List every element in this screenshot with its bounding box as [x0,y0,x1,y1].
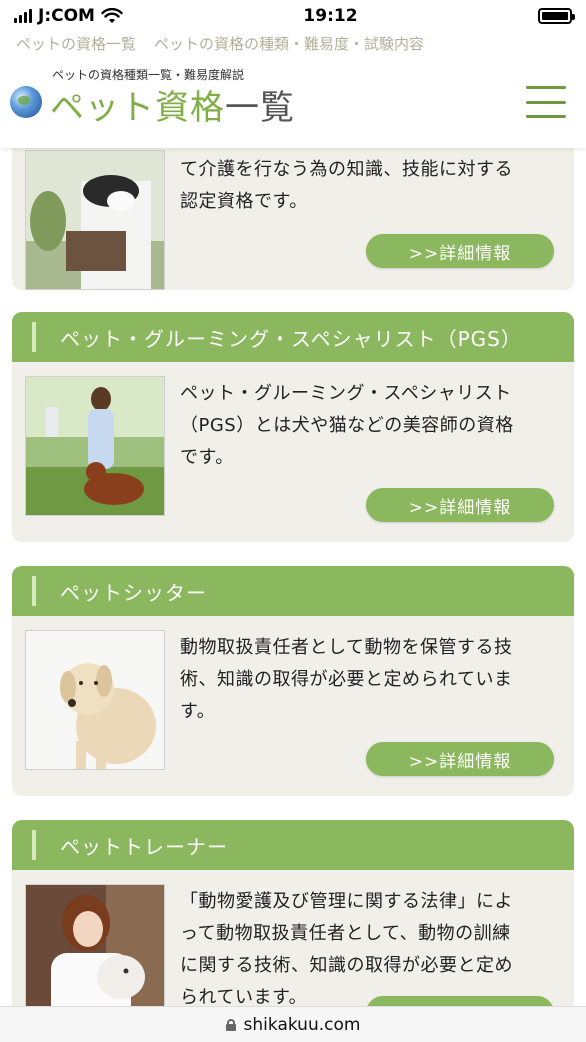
detail-button[interactable]: >>詳細情報 [366,742,554,776]
logo-dark-text: 一覧 [225,88,295,128]
top-links: ペットの資格一覧 ペットの資格の種類・難易度・試験内容 [0,30,586,56]
card-description: て介護を行なう為の知識、技能に対する 認定資格です。 [180,154,560,218]
status-bar: J:COM 19:12 [0,0,586,32]
signal-icon [14,9,32,23]
status-left: J:COM [14,6,123,26]
card-title: ペット・グルーミング・スペシャリスト（PGS） [60,326,522,351]
card-description: 動物取扱責任者として動物を保管する技 術、知識の取得が必要と定められていま す。 [180,632,560,728]
desc-line: って動物取扱責任者として、動物の訓練 [180,923,511,944]
detail-button[interactable]: >>詳細情報 [366,234,554,268]
card-title: ペットシッター [60,580,207,605]
carrier-label: J:COM [38,6,95,26]
desc-line: す。 [180,701,216,722]
desc-line: ペット・グルーミング・スペシャリスト [180,383,512,404]
hamburger-menu-icon[interactable] [526,86,566,118]
qualification-card: ペットシッター 動物取扱責任者として動物を保管する技 術、知識の取得が必要と定め… [12,566,574,796]
site-logo[interactable]: ペット資格一覧 [50,80,295,129]
top-link-list[interactable]: ペットの資格一覧 [16,33,136,54]
card-description: ペット・グルーミング・スペシャリスト （PGS）とは犬や猫などの美容師の資格 で… [180,378,560,474]
top-link-types[interactable]: ペットの資格の種類・難易度・試験内容 [154,33,424,54]
battery-icon [538,8,575,24]
desc-line: て介護を行なう為の知識、技能に対する [180,159,513,180]
card-header[interactable]: ペット・グルーミング・スペシャリスト（PGS） [12,312,574,362]
card-description: 「動物愛護及び管理に関する法律」によ って動物取扱責任者として、動物の訓練 に関… [180,886,560,1014]
card-header[interactable]: ペットトレーナー [12,820,574,870]
globe-icon [10,86,42,118]
card-photo [25,630,165,770]
desc-line: 術、知識の取得が必要と定められていま [180,669,513,690]
browser-url-bar[interactable]: shikakuu.com [0,1006,586,1042]
desc-line: （PGS）とは犬や猫などの美容師の資格 [180,415,514,436]
main-content: て介護を行なう為の知識、技能に対する 認定資格です。 >>詳細情報 ペット・グル… [0,80,586,1042]
url-domain: shikakuu.com [243,1014,361,1035]
desc-line: です。 [180,447,234,468]
wifi-icon [101,8,123,23]
card-title: ペットトレーナー [60,834,228,859]
desc-line: に関する技術、知識の取得が必要と定め [180,955,513,976]
desc-line: 動物取扱責任者として動物を保管する技 [180,637,513,658]
card-photo [25,884,165,1024]
logo-green-text: ペット資格 [50,88,225,128]
desc-line: 認定資格です。 [180,191,308,212]
card-photo [25,376,165,516]
clock: 19:12 [303,6,358,26]
card-header[interactable]: ペットシッター [12,566,574,616]
lock-icon [225,1018,236,1031]
site-header: ペットの資格種類一覧・難易度解説 ペット資格一覧 [0,56,586,148]
card-photo [25,150,165,290]
qualification-card: ペット・グルーミング・スペシャリスト（PGS） ペット・グルーミング・スペシャリ… [12,312,574,542]
desc-line: 「動物愛護及び管理に関する法律」によ [180,891,513,912]
detail-button[interactable]: >>詳細情報 [366,488,554,522]
